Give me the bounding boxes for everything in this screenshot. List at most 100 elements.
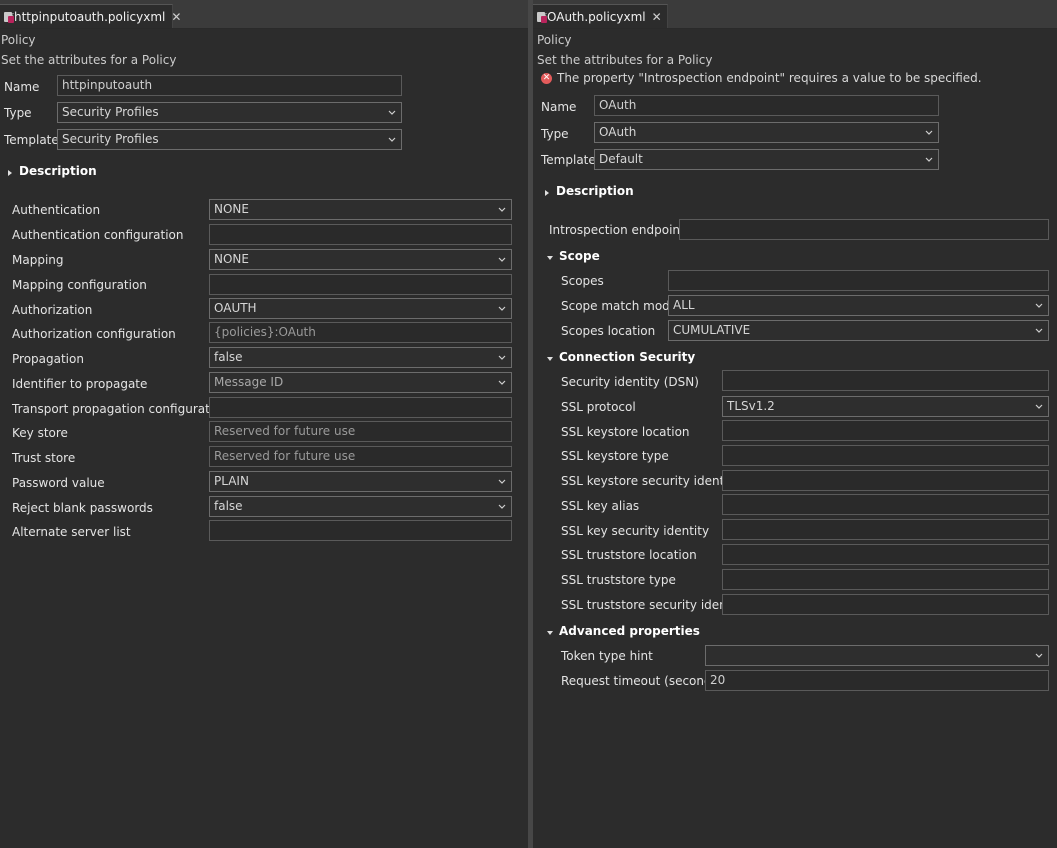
type-label: Type xyxy=(4,106,32,120)
type-select[interactable]: Security Profiles xyxy=(57,102,402,123)
alternate-server-list-input[interactable] xyxy=(209,520,512,541)
chevron-down-icon xyxy=(1033,296,1045,315)
chevron-down-icon xyxy=(496,250,508,269)
tab-label: *httpinputoauth.policyxml xyxy=(8,9,166,24)
validation-error: ✕ The property "Introspection endpoint" … xyxy=(541,71,982,85)
authentication-value: NONE xyxy=(214,202,249,216)
request-timeout-input[interactable]: 20 xyxy=(705,670,1049,691)
prop-label-identifier-to-propagate: Identifier to propagate xyxy=(12,377,148,391)
name-label: Name xyxy=(4,80,40,94)
close-icon[interactable]: ✕ xyxy=(171,10,181,24)
password-value-value: PLAIN xyxy=(214,474,249,488)
triangle-down-icon xyxy=(545,626,555,636)
prop-label-password-value: Password value xyxy=(12,476,105,490)
ssl-protocol-label: SSL protocol xyxy=(561,400,636,414)
scope-match-mode-select[interactable]: ALL xyxy=(668,295,1049,316)
scopes-input[interactable] xyxy=(668,270,1049,291)
name-label: Name xyxy=(541,100,577,114)
propagation-select[interactable]: false xyxy=(209,347,512,368)
close-icon[interactable]: ✕ xyxy=(652,10,662,24)
request-timeout-label: Request timeout (seconds) xyxy=(561,674,723,688)
identifier-to-propagate-select[interactable]: Message ID xyxy=(209,372,512,393)
ssl-truststore-security-identity-label: SSL truststore security identity xyxy=(561,598,747,612)
ssl-key-security-identity-input[interactable] xyxy=(722,519,1049,540)
validation-error-text: The property "Introspection endpoint" re… xyxy=(557,71,982,85)
introspection-endpoint-label: Introspection endpoint* xyxy=(549,223,691,237)
scope-match-mode-value: ALL xyxy=(673,298,695,312)
description-section-toggle[interactable]: Description xyxy=(542,183,634,199)
right-tab-bar: *OAuth.policyxml ✕ xyxy=(533,0,1057,29)
triangle-right-icon xyxy=(5,166,15,176)
ssl-keystore-type-input[interactable] xyxy=(722,445,1049,466)
propagation-value: false xyxy=(214,350,243,364)
introspection-endpoint-input[interactable] xyxy=(679,219,1049,240)
authorization-configuration-input[interactable]: {policies}:OAuth xyxy=(209,322,512,343)
scopes-location-label: Scopes location xyxy=(561,324,656,338)
security-identity-input[interactable] xyxy=(722,370,1049,391)
scope-match-mode-label: Scope match mode xyxy=(561,299,678,313)
editor-tab-httpinputoauth[interactable]: *httpinputoauth.policyxml ✕ xyxy=(0,4,181,28)
template-select[interactable]: Security Profiles xyxy=(57,129,402,150)
authentication-configuration-input[interactable] xyxy=(209,224,512,245)
ssl-key-alias-label: SSL key alias xyxy=(561,499,640,513)
ssl-key-alias-input[interactable] xyxy=(722,494,1049,515)
chevron-down-icon xyxy=(923,150,935,169)
authentication-select[interactable]: NONE xyxy=(209,199,512,220)
ssl-protocol-value: TLSv1.2 xyxy=(727,399,775,413)
ssl-truststore-type-input[interactable] xyxy=(722,569,1049,590)
mapping-value: NONE xyxy=(214,252,249,266)
security-identity-label: Security identity (DSN) xyxy=(561,375,699,389)
prop-label-transport-propagation-configuration: Transport propagation configuration xyxy=(12,402,229,416)
type-select[interactable]: OAuth xyxy=(594,122,939,143)
ssl-keystore-location-input[interactable] xyxy=(722,420,1049,441)
prop-label-authentication: Authentication xyxy=(12,203,101,217)
prop-label-key-store: Key store xyxy=(12,426,68,440)
error-icon: ✕ xyxy=(541,72,552,84)
tab-label: *OAuth.policyxml xyxy=(541,9,646,24)
identifier-to-propagate-value: Message ID xyxy=(214,375,284,389)
transport-propagation-configuration-input[interactable] xyxy=(209,397,512,418)
page-title: Policy xyxy=(1,33,36,47)
type-label: Type xyxy=(541,127,569,141)
ssl-truststore-location-input[interactable] xyxy=(722,544,1049,565)
mapping-select[interactable]: NONE xyxy=(209,249,512,270)
mapping-configuration-input[interactable] xyxy=(209,274,512,295)
chevron-down-icon xyxy=(496,472,508,491)
ssl-truststore-security-identity-input[interactable] xyxy=(722,594,1049,615)
left-tab-bar: *httpinputoauth.policyxml ✕ xyxy=(0,0,528,29)
connection-security-section-toggle[interactable]: Connection Security xyxy=(545,349,695,365)
ssl-keystore-location-label: SSL keystore location xyxy=(561,425,690,439)
triangle-right-icon xyxy=(542,186,552,196)
template-select[interactable]: Default xyxy=(594,149,939,170)
authorization-select[interactable]: OAUTH xyxy=(209,298,512,319)
type-select-value: OAuth xyxy=(599,125,637,139)
name-input[interactable]: OAuth xyxy=(594,95,939,116)
template-label: Template xyxy=(4,133,59,147)
token-type-hint-select[interactable] xyxy=(705,645,1049,666)
advanced-properties-section-toggle[interactable]: Advanced properties xyxy=(545,623,700,639)
prop-label-propagation: Propagation xyxy=(12,352,84,366)
reject-blank-passwords-select[interactable]: false xyxy=(209,496,512,517)
page-title: Policy xyxy=(537,33,572,47)
ssl-protocol-select[interactable]: TLSv1.2 xyxy=(722,396,1049,417)
connection-security-section-label: Connection Security xyxy=(559,350,696,364)
name-input[interactable]: httpinputoauth xyxy=(57,75,402,96)
chevron-down-icon xyxy=(1033,321,1045,340)
triangle-down-icon xyxy=(545,352,555,362)
description-section-toggle[interactable]: Description xyxy=(5,163,97,179)
chevron-down-icon xyxy=(1033,397,1045,416)
password-value-select[interactable]: PLAIN xyxy=(209,471,512,492)
trust-store-input[interactable]: Reserved for future use xyxy=(209,446,512,467)
ssl-keystore-security-identity-input[interactable] xyxy=(722,470,1049,491)
page-subtitle: Set the attributes for a Policy xyxy=(537,53,713,67)
template-select-value: Default xyxy=(599,152,643,166)
scope-section-toggle[interactable]: Scope xyxy=(545,248,600,264)
prop-label-mapping-configuration: Mapping configuration xyxy=(12,278,147,292)
scopes-label: Scopes xyxy=(561,274,604,288)
scopes-location-value: CUMULATIVE xyxy=(673,323,751,337)
ssl-truststore-location-label: SSL truststore location xyxy=(561,548,697,562)
ssl-keystore-security-identity-label: SSL keystore security identity xyxy=(561,474,740,488)
editor-tab-oauth[interactable]: *OAuth.policyxml ✕ xyxy=(533,4,668,28)
key-store-input[interactable]: Reserved for future use xyxy=(209,421,512,442)
scopes-location-select[interactable]: CUMULATIVE xyxy=(668,320,1049,341)
